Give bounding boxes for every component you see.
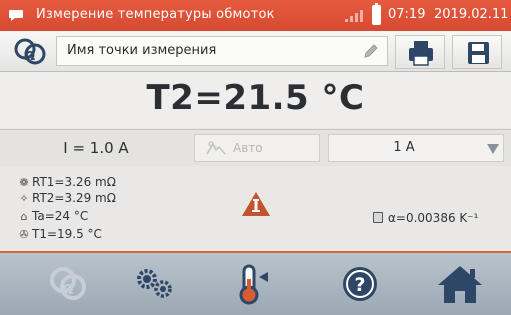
readings-panel: ❁ RT1=3.26 mΩ ✧ RT2=3.29 mΩ ⌂ Ta=24 °C ✇ T1=… — [0, 166, 511, 250]
svg-text:Ω: Ω — [25, 49, 35, 63]
winding-temperature-result: T2=21.5 °C — [146, 78, 365, 118]
header-bar: Ω Имя точки измерения — [0, 31, 511, 72]
resistance-icon: ✧ — [19, 192, 29, 205]
auto-button[interactable]: Авто — [194, 134, 320, 162]
home-icon[interactable] — [430, 263, 490, 305]
print-icon — [409, 41, 433, 66]
settings-icon[interactable] — [125, 263, 185, 305]
print-button[interactable] — [395, 35, 445, 69]
save-icon — [468, 42, 489, 64]
signal-icon — [345, 10, 363, 22]
chevron-down-icon — [487, 144, 499, 154]
measurement-mode-icon[interactable]: Ω — [10, 37, 50, 67]
test-current-field[interactable]: I = 1.0 A — [6, 133, 186, 163]
battery-icon — [372, 3, 381, 25]
reference-temperature-icon: ✇ — [19, 228, 29, 241]
reading-alpha: α=0.00386 K⁻¹ — [373, 211, 478, 225]
measurement-point-name-field[interactable]: Имя точки измерения — [56, 36, 388, 66]
thermometer-icon[interactable] — [222, 263, 282, 305]
ambient-temperature-icon: ⌂ — [20, 210, 28, 223]
result-area: T2=21.5 °C — [0, 72, 511, 128]
auto-label: Авто — [233, 141, 263, 155]
current-range-select[interactable]: 1 A — [328, 134, 504, 162]
help-icon[interactable]: ? — [330, 263, 390, 305]
bottom-navigation: Ω ? — [0, 251, 511, 315]
auto-icon — [206, 141, 226, 155]
clock-time: 07:19 — [388, 7, 426, 22]
clock-date: 2019.02.11 — [434, 7, 509, 22]
window-title: Измерение температуры обмоток — [36, 7, 275, 22]
reading-rt1: ❁ RT1=3.26 mΩ — [19, 175, 116, 189]
coefficient-icon — [373, 212, 383, 223]
svg-text:Ω: Ω — [62, 283, 73, 298]
resistance-icon: ❁ — [19, 176, 29, 189]
save-button[interactable] — [452, 35, 502, 69]
reading-ta: ⌂ Ta=24 °C — [18, 209, 89, 223]
controls-row: I = 1.0 A Авто 1 A — [0, 129, 511, 167]
svg-text:?: ? — [354, 274, 365, 296]
status-bar: Измерение температуры обмоток 07:19 2019… — [0, 0, 511, 31]
app-icon — [9, 10, 23, 21]
reading-rt2: ✧ RT2=3.29 mΩ — [19, 191, 116, 205]
range-value: 1 A — [393, 140, 415, 155]
edit-icon[interactable] — [362, 42, 380, 60]
reading-t1: ✇ T1=19.5 °C — [19, 227, 102, 241]
warning-icon — [242, 192, 270, 216]
measurement-icon[interactable]: Ω — [38, 263, 98, 305]
screen: Измерение температуры обмоток 07:19 2019… — [0, 0, 511, 315]
